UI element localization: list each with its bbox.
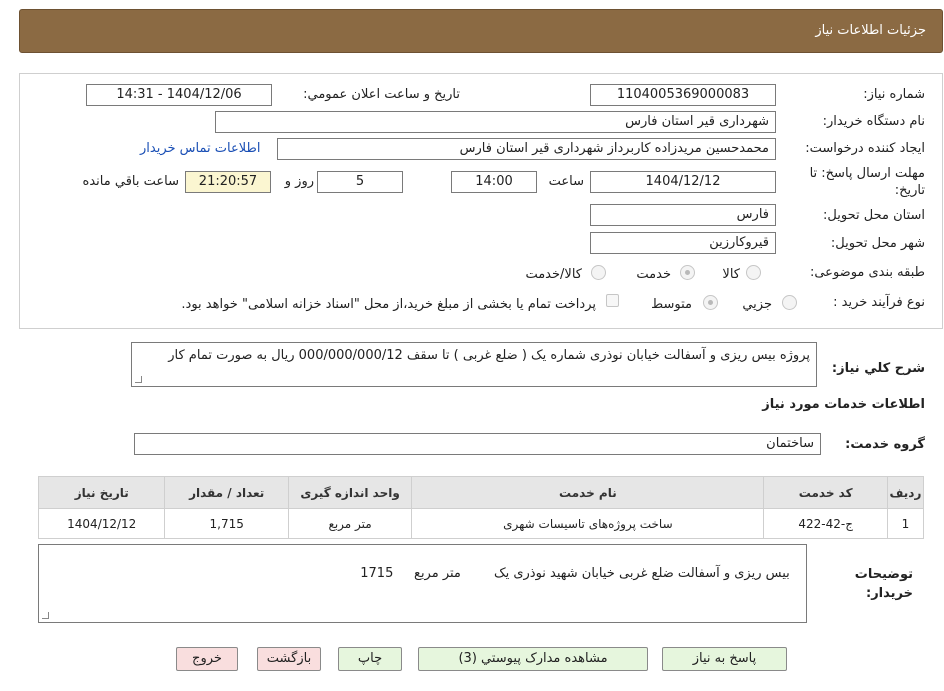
page-title: جزئیات اطلاعات نیاز	[815, 23, 926, 38]
reply-button[interactable]: پاسخ به نیاز	[662, 647, 787, 671]
province-field[interactable]: فارس	[590, 204, 776, 226]
buyer-org-label: نام دستگاه خریدار:	[822, 114, 925, 129]
service-group-label: گروه خدمت:	[845, 437, 925, 452]
col-code: کد خدمت	[763, 476, 888, 509]
col-date: تاریخ نیاز	[37, 476, 166, 509]
requester-field[interactable]: محمدحسین مریدزاده کاربرداز شهرداری قیر ا…	[277, 138, 776, 160]
cell-row: 1	[886, 508, 925, 539]
city-field[interactable]: قیروکارزین	[590, 232, 776, 254]
need-number-label: شماره نیاز:	[863, 87, 925, 102]
resize-handle-icon[interactable]	[135, 376, 142, 383]
buyer-notes-textarea[interactable]: بیس ریزی و آسفالت ضلع غربی خیابان شهید ن…	[38, 544, 807, 623]
days-field[interactable]: 5	[317, 171, 403, 193]
announce-datetime-field[interactable]: 1404/12/06 - 14:31	[86, 84, 272, 106]
process-option-medium: متوسط	[651, 297, 692, 312]
category-radio-goods-service[interactable]	[591, 265, 606, 280]
service-group-field[interactable]: ساختمان	[134, 433, 821, 455]
category-radio-service[interactable]	[680, 265, 695, 280]
announce-datetime-label: تاریخ و ساعت اعلان عمومي:	[303, 87, 460, 102]
category-option-service: خدمت	[636, 267, 671, 282]
deadline-label-date: تاریخ:	[894, 183, 925, 198]
back-button[interactable]: بازگشت	[257, 647, 321, 671]
cell-date: 1404/12/12	[37, 508, 166, 539]
page-header: جزئیات اطلاعات نیاز	[19, 9, 943, 53]
treasury-checkbox[interactable]	[606, 294, 619, 307]
exit-button[interactable]: خروج	[176, 647, 238, 671]
process-option-minor: جزيي	[742, 297, 772, 312]
attachments-button[interactable]: مشاهده مدارک پیوستي (3)	[418, 647, 648, 671]
buyer-notes-label: توضیحات	[854, 567, 913, 582]
description-label: شرح كلي نیاز:	[831, 361, 925, 376]
resize-handle-icon[interactable]	[42, 612, 49, 619]
deadline-time-label: ساعت	[548, 174, 584, 189]
cell-unit: متر مربع	[287, 508, 413, 539]
category-option-goods: کالا	[722, 267, 740, 282]
buyer-notes-label-2: خریدار:	[866, 586, 913, 601]
process-radio-minor[interactable]	[782, 295, 797, 310]
services-table: ردیف کد خدمت نام خدمت واحد اندازه گیری ت…	[37, 476, 925, 539]
buyer-contact-link[interactable]: اطلاعات تماس خریدار	[140, 141, 260, 156]
category-option-goods-service: کالا/خدمت	[525, 267, 582, 282]
table-row: 1 ج-42-422 ساخت پروژه‌های تاسیسات شهری م…	[37, 508, 925, 539]
treasury-note: پرداخت تمام یا بخشی از مبلغ خرید،از محل …	[181, 297, 596, 312]
print-button[interactable]: چاپ	[338, 647, 402, 671]
category-label: طبقه بندی موضوعی:	[809, 265, 925, 280]
days-label: روز و	[284, 174, 314, 189]
col-unit: واحد اندازه گیری	[287, 476, 413, 509]
category-radio-goods[interactable]	[746, 265, 761, 280]
col-qty: تعداد / مقدار	[164, 476, 289, 509]
process-radio-medium[interactable]	[703, 295, 718, 310]
remaining-time-label: ساعت باقي مانده	[82, 174, 179, 189]
cell-name: ساخت پروژه‌های تاسیسات شهری	[411, 508, 765, 539]
province-label: استان محل تحویل:	[823, 208, 925, 223]
process-label: نوع فرآیند خرید :	[833, 295, 925, 310]
cell-code: ج-42-422	[763, 508, 888, 539]
need-number-field[interactable]: 1104005369000083	[590, 84, 776, 106]
description-textarea[interactable]: پروژه بیس ریزی و آسفالت خیابان نوذری شما…	[131, 342, 817, 387]
buyer-org-field[interactable]: شهرداری قیر استان فارس	[215, 111, 776, 133]
remaining-time-field: 21:20:57	[185, 171, 271, 193]
col-row: ردیف	[886, 476, 925, 509]
deadline-time-field[interactable]: 14:00	[451, 171, 537, 193]
services-section-title: اطلاعات خدمات مورد نیاز	[762, 397, 925, 412]
requester-label: ایجاد کننده درخواست:	[805, 141, 925, 156]
buyer-notes-text: بیس ریزی و آسفالت ضلع غربی خیابان شهید ن…	[360, 566, 790, 581]
description-text: پروژه بیس ریزی و آسفالت خیابان نوذری شما…	[168, 348, 810, 363]
services-table-header: ردیف کد خدمت نام خدمت واحد اندازه گیری ت…	[37, 476, 925, 509]
deadline-label: مهلت ارسال پاسخ: تا	[809, 166, 925, 181]
city-label: شهر محل تحویل:	[830, 236, 925, 251]
cell-qty: 1,715	[164, 508, 289, 539]
deadline-date-field[interactable]: 1404/12/12	[590, 171, 776, 193]
col-name: نام خدمت	[411, 476, 765, 509]
